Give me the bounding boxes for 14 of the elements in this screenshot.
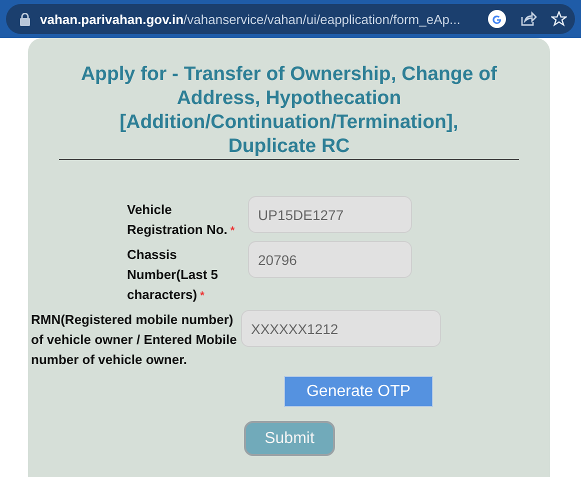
field-label: RMN(Registered mobile number) of vehicle owner / Entered Mobile number of vehicle owner. [31,311,237,369]
submit-button[interactable]: Submit [244,421,335,456]
input-field[interactable]: UP15DE1277 [248,196,412,233]
form-title: Apply for - Transfer of Ownership, Change of Address, Hypothecation [Addition/Continuation/Termination], Duplicate RC [59,62,519,160]
url-domain: vahan.parivahan.gov.in [40,12,184,26]
input-field[interactable]: 20796 [248,241,412,278]
url-path: /vahanservice/vahan/ui/eapplication/form_eAp... [184,12,460,26]
input-field[interactable]: XXXXXX1212 [241,310,441,347]
required-mark: * [200,290,204,302]
address-bar[interactable]: vahan.parivahan.gov.in/vahanservice/vahan/ui/eapplication/form_eAp... [6,4,575,34]
field-label: Vehicle Registration No. * [127,201,236,239]
field-label: Chassis Number(Last 5 characters) * [127,246,220,304]
generate-otp-button[interactable]: Generate OTP [284,376,433,407]
required-mark: * [230,225,235,237]
